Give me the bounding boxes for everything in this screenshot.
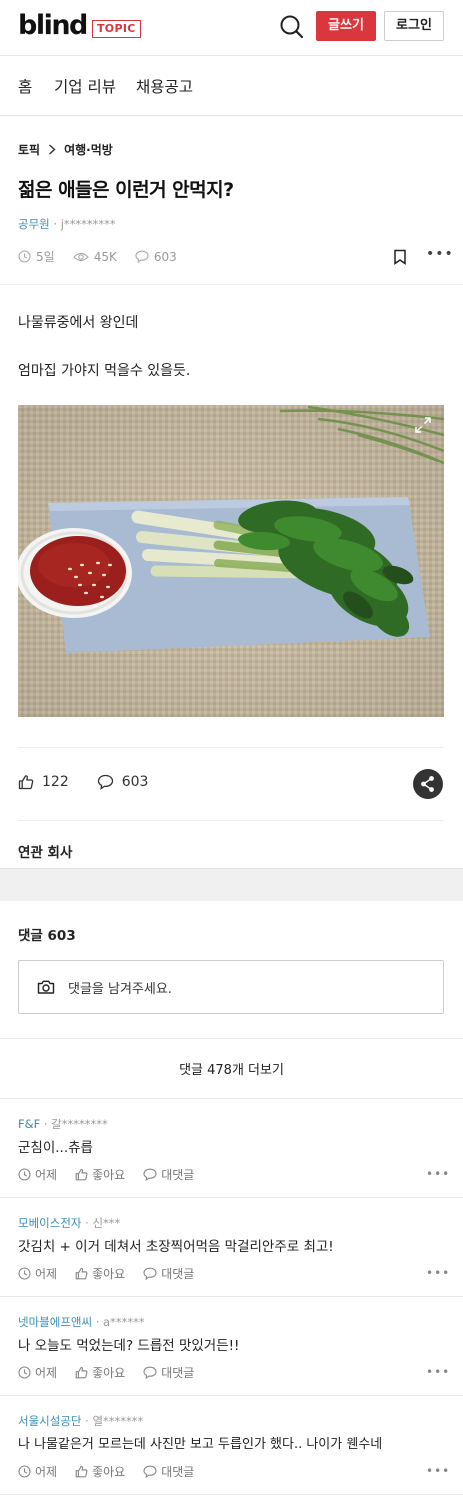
more-icon[interactable]: •••	[426, 1167, 450, 1181]
post-body-line: 나물류중에서 왕인데	[18, 315, 139, 331]
clock-icon	[18, 250, 31, 263]
post-views: 45K	[72, 250, 117, 264]
comment-icon	[143, 1465, 157, 1478]
comment-item: 모베이스전자 · 신*** 갓김치 + 이거 데쳐서 초장찍어먹음 막걸리안주로…	[0, 1198, 463, 1297]
clock-icon	[18, 1168, 31, 1181]
nav-item-jobs[interactable]: 채용공고	[136, 75, 193, 97]
comment-reply-button[interactable]: 대댓글	[143, 1364, 194, 1381]
comment-icon	[143, 1267, 157, 1280]
separator-dot: ·	[53, 217, 61, 231]
clock-icon	[18, 1366, 31, 1379]
like-count: 122	[42, 774, 69, 790]
comment-text: 군침이...츄릅	[18, 1140, 93, 1156]
comment-text: 나 나물같은거 모르는데 사진만 보고 두릅인가 했다.. 나이가 웬수네	[18, 1437, 383, 1452]
comment-reply-button[interactable]: 대댓글	[143, 1265, 194, 1282]
comment-actions: 어제 좋아요 대댓글	[18, 1463, 212, 1480]
eye-icon	[72, 251, 89, 263]
expand-icon[interactable]	[412, 414, 434, 436]
author-id: j*********	[60, 217, 116, 231]
comment-time: 어제	[18, 1265, 57, 1282]
comment-company[interactable]: F&F	[18, 1117, 40, 1131]
comment-icon	[135, 250, 149, 263]
comment-text: 나 오늘도 먹었는데? 드릅전 맛있거든!!	[18, 1338, 240, 1354]
topic-badge[interactable]: TOPIC	[92, 20, 141, 38]
comment-like-button[interactable]: 좋아요	[75, 1166, 125, 1183]
comment-input[interactable]: 댓글을 남겨주세요.	[18, 960, 444, 1014]
comment-like-button[interactable]: 좋아요	[75, 1463, 125, 1480]
comment-icon	[143, 1366, 157, 1379]
comment-text: 갓김치 + 이거 데쳐서 초장찍어먹음 막걸리안주로 최고!	[18, 1239, 334, 1255]
comment-icon	[143, 1168, 157, 1181]
thumbs-up-icon	[75, 1168, 88, 1181]
thumbs-up-icon	[75, 1465, 88, 1478]
post-body-line: 엄마집 가야지 먹을수 있을듯.	[18, 363, 191, 379]
chevron-right-icon	[48, 144, 56, 155]
main-nav: 홈 기업 리뷰 채용공고	[0, 56, 463, 116]
comment-company[interactable]: 모베이스전자	[18, 1216, 81, 1230]
comment-author: 넷마블에프앤씨 · a******	[18, 1315, 145, 1329]
comment-time: 어제	[18, 1166, 57, 1183]
comment-time: 어제	[18, 1463, 57, 1480]
comment-time: 어제	[18, 1364, 57, 1381]
more-icon[interactable]: •••	[426, 246, 454, 262]
share-icon[interactable]	[413, 769, 443, 799]
clock-icon	[18, 1465, 31, 1478]
post-author: 공무원 · j*********	[18, 216, 116, 232]
more-icon[interactable]: •••	[426, 1266, 450, 1280]
nav-item-company-reviews[interactable]: 기업 리뷰	[54, 75, 116, 97]
section-separator	[0, 868, 463, 901]
write-button[interactable]: 글쓰기	[316, 11, 376, 41]
camera-icon[interactable]	[37, 979, 55, 995]
comment-item: 넷마블에프앤씨 · a****** 나 오늘도 먹었는데? 드릅전 맛있거든!!…	[0, 1297, 463, 1396]
author-company[interactable]: 공무원	[18, 217, 50, 231]
header: blind TOPIC 글쓰기 로그인	[0, 0, 463, 56]
comment-placeholder: 댓글을 남겨주세요.	[68, 982, 172, 997]
breadcrumb-category[interactable]: 여행·먹방	[64, 141, 113, 158]
bookmark-icon[interactable]	[393, 249, 407, 265]
search-icon[interactable]	[278, 13, 306, 41]
comment-actions: 어제 좋아요 대댓글	[18, 1364, 212, 1381]
comment-item: 서울시설공단 · 열******* 나 나물같은거 모르는데 사진만 보고 두릅…	[0, 1396, 463, 1495]
more-icon[interactable]: •••	[426, 1365, 450, 1379]
nav-item-home[interactable]: 홈	[18, 75, 32, 97]
more-icon[interactable]: •••	[426, 1464, 450, 1478]
comment-reply-button[interactable]: 대댓글	[143, 1463, 194, 1480]
login-button[interactable]: 로그인	[384, 11, 444, 41]
comment-item: F&F · 갈******** 군침이...츄릅 어제 좋아요 대댓글 •••	[0, 1099, 463, 1198]
comment-like-button[interactable]: 좋아요	[75, 1265, 125, 1282]
comment-author: 서울시설공단 · 열*******	[18, 1414, 144, 1428]
post-comment-count: 603	[135, 250, 177, 264]
comment-button[interactable]: 603	[97, 774, 149, 790]
breadcrumb: 토픽 여행·먹방	[18, 141, 113, 158]
more-comments-button[interactable]: 댓글 478개 더보기	[0, 1059, 463, 1078]
comment-count: 603	[121, 774, 149, 790]
comment-company[interactable]: 넷마블에프앤씨	[18, 1315, 92, 1329]
clock-icon	[18, 1267, 31, 1280]
comment-actions: 어제 좋아요 대댓글	[18, 1166, 212, 1183]
divider	[18, 747, 444, 748]
comment-icon	[97, 774, 114, 790]
comments-title: 댓글 603	[18, 928, 76, 944]
thumbs-up-icon	[75, 1366, 88, 1379]
post-photo[interactable]	[18, 405, 444, 717]
post-actions: 122 603	[18, 774, 176, 790]
thumbs-up-icon	[75, 1267, 88, 1280]
divider	[0, 284, 463, 285]
breadcrumb-topic[interactable]: 토픽	[18, 141, 40, 158]
comment-company[interactable]: 서울시설공단	[18, 1414, 81, 1428]
divider	[0, 1038, 463, 1039]
post-title: 젊은 애들은 이런거 안먹지?	[18, 179, 234, 201]
comment-author: F&F · 갈********	[18, 1117, 108, 1131]
blind-logo[interactable]: blind	[18, 10, 88, 42]
comment-like-button[interactable]: 좋아요	[75, 1364, 125, 1381]
post-meta: 5일 45K 603	[18, 248, 195, 265]
comment-actions: 어제 좋아요 대댓글	[18, 1265, 212, 1282]
thumbs-up-icon	[18, 774, 34, 790]
comment-author: 모베이스전자 · 신***	[18, 1216, 121, 1230]
comment-reply-button[interactable]: 대댓글	[143, 1166, 194, 1183]
divider	[18, 820, 444, 821]
related-companies-title: 연관 회사	[18, 845, 73, 861]
like-button[interactable]: 122	[18, 774, 69, 790]
post-time: 5일	[18, 248, 55, 265]
